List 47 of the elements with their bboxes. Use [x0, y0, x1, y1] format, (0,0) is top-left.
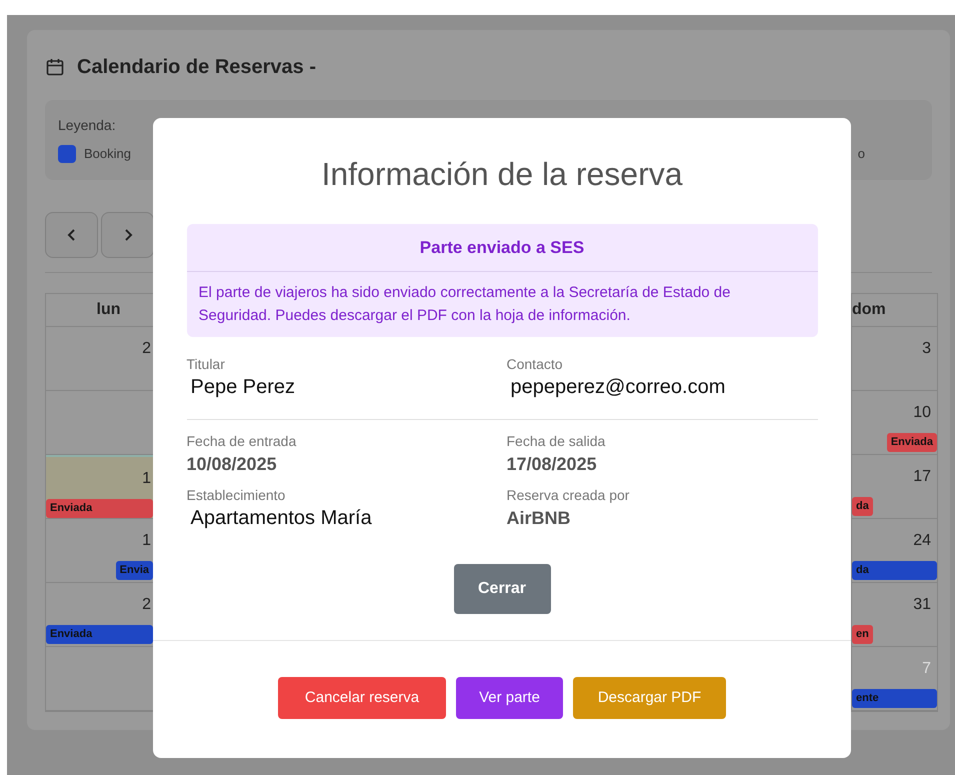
previous-button[interactable] — [45, 212, 98, 258]
field-label: Fecha de entrada — [186, 432, 298, 450]
field-label: Titular — [186, 355, 226, 373]
legend-label: Leyenda: — [58, 116, 117, 135]
day-number: 7 — [922, 659, 931, 679]
field-value: AirBNB — [506, 507, 572, 530]
booking-badge[interactable]: Enviada — [886, 433, 937, 452]
day-number: 17 — [913, 467, 931, 487]
modal-title: Información de la reserva — [321, 155, 683, 194]
field-label: Reserva creada por — [506, 486, 630, 504]
day-number: 2 — [142, 339, 151, 359]
day-number: 1 — [142, 531, 151, 551]
day-number: 2 — [142, 595, 151, 615]
booking-badge[interactable]: da — [852, 497, 873, 516]
calendar-icon — [45, 57, 65, 77]
field-value: 17/08/2025 — [506, 453, 598, 476]
alert-message: El parte de viajeros ha sido enviado correctamente a la Secretaría de Estado de Seguridad. Puedes descargar el PDF con la hoja de información. — [198, 283, 732, 326]
field-value: 10/08/2025 — [186, 453, 278, 476]
chevron-left-icon — [66, 228, 78, 242]
booking-badge[interactable]: ente — [852, 689, 937, 708]
field-value: Apartamentos María — [190, 506, 373, 531]
day-number: 24 — [913, 531, 931, 551]
field-label: Establecimiento — [186, 486, 286, 504]
booking-badge[interactable]: Enviada — [46, 499, 153, 518]
field-label: Contacto — [506, 355, 564, 373]
day-number: 31 — [913, 595, 931, 615]
booking-badge[interactable]: da — [852, 561, 937, 580]
action-button[interactable]: Cancelar reserva — [278, 677, 446, 719]
day-number: 10 — [913, 403, 931, 423]
booking-badge[interactable]: Enviada — [46, 625, 153, 644]
action-button[interactable]: Ver parte — [456, 677, 563, 719]
day-number: 3 — [922, 339, 931, 359]
field-value: pepeperez@correo.com — [510, 375, 726, 400]
weekday-header: dom — [852, 300, 886, 320]
legend-label: o — [858, 145, 865, 163]
close-button[interactable]: Cerrar — [454, 564, 550, 614]
weekday-header: lun — [96, 300, 120, 320]
field-value: Pepe Perez — [190, 375, 296, 400]
booking-badge[interactable]: en — [852, 625, 873, 644]
page-title: Calendario de Reservas - — [77, 55, 316, 80]
field-label: Fecha de salida — [506, 432, 606, 450]
day-number: 1 — [142, 469, 151, 489]
alert-heading: Parte enviado a SES — [186, 224, 818, 272]
action-button[interactable]: Descargar PDF — [573, 677, 726, 719]
booking-badge[interactable]: Envia — [116, 561, 153, 580]
legend-label: Booking — [84, 145, 131, 163]
next-button[interactable] — [101, 212, 154, 258]
